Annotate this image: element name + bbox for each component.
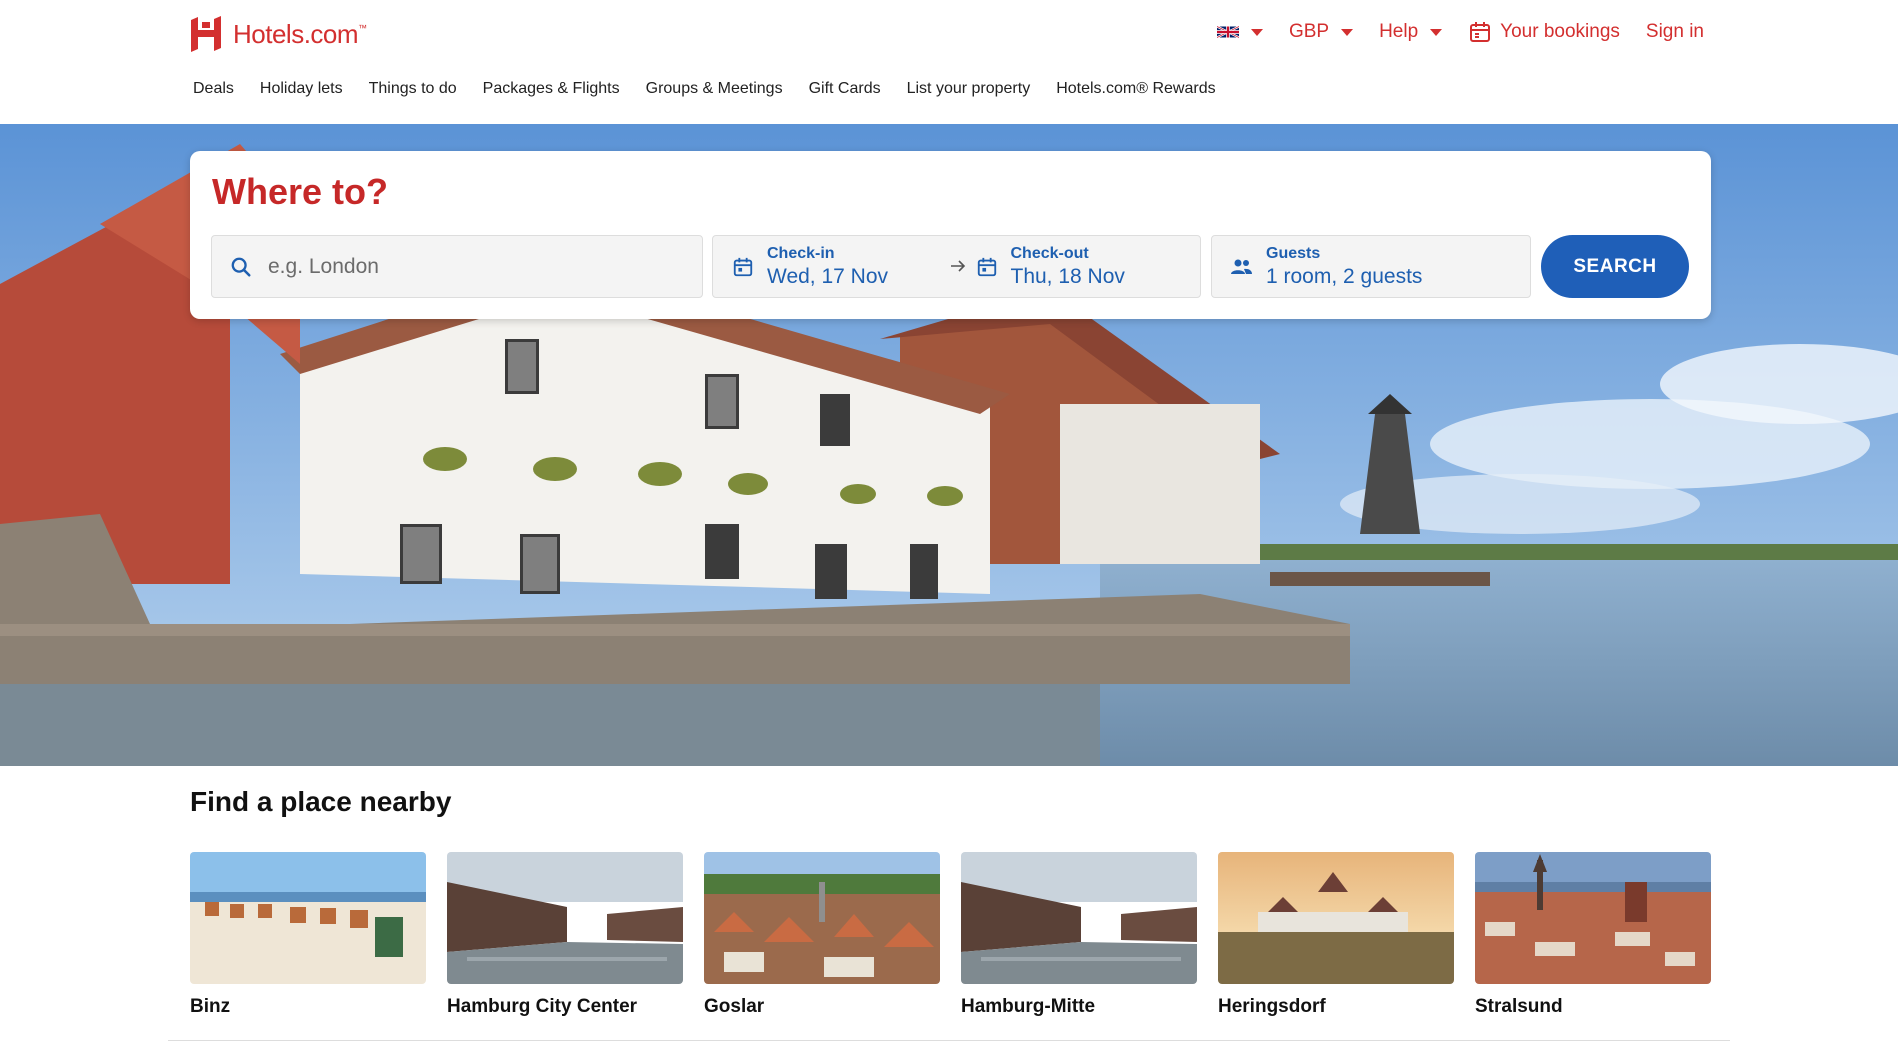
place-image (447, 852, 683, 984)
currency-label: GBP (1288, 21, 1330, 42)
sign-in-link[interactable]: Sign in (1646, 21, 1704, 43)
language-selector[interactable] (1216, 25, 1263, 39)
checkout-value: Thu, 18 Nov (1010, 264, 1125, 288)
place-name: Goslar (704, 996, 765, 1017)
arrow-right-icon (950, 260, 965, 272)
canal-warehouses-image (961, 852, 1197, 984)
search-button[interactable]: SEARCH (1541, 235, 1689, 298)
place-card-goslar[interactable]: Goslar (704, 852, 940, 1018)
brand-name: Hotels.com™ (233, 18, 367, 49)
chevron-down-icon (1341, 28, 1354, 36)
your-bookings-label: Your bookings (1500, 21, 1620, 42)
nav-item-gift-cards[interactable]: Gift Cards (809, 80, 881, 98)
search-title: Where to? (212, 171, 388, 212)
section-divider (168, 1040, 1730, 1041)
header-utility-nav: GBP Help Your bookings Sign in (1216, 20, 1704, 44)
old-town-rooftops-image (704, 852, 940, 984)
pier-sunset-image (1218, 852, 1454, 984)
your-bookings-link[interactable]: Your bookings (1468, 20, 1620, 44)
canal-warehouses-image (447, 852, 683, 984)
beach-chairs-image (190, 852, 426, 984)
nav-item-things-to-do[interactable]: Things to do (369, 80, 457, 98)
checkin-field[interactable]: Check-in Wed, 17 Nov (713, 236, 965, 297)
main-nav: Deals Holiday lets Things to do Packages… (193, 80, 1216, 98)
chevron-down-icon (1430, 28, 1443, 36)
place-image (961, 852, 1197, 984)
place-card-hamburg-mitte[interactable]: Hamburg-Mitte (961, 852, 1197, 1018)
place-name: Stralsund (1475, 996, 1563, 1017)
place-name: Binz (190, 996, 231, 1017)
help-menu[interactable]: Help (1379, 21, 1443, 43)
hotels-logo[interactable]: Hotels.com™ (189, 16, 367, 52)
place-card-hamburg-city-center[interactable]: Hamburg City Center (447, 852, 683, 1018)
sign-in-label: Sign in (1645, 21, 1704, 42)
place-card-stralsund[interactable]: Stralsund (1475, 852, 1711, 1018)
nav-item-list-property[interactable]: List your property (907, 80, 1031, 98)
guests-value: 1 room, 2 guests (1266, 264, 1423, 288)
checkin-label: Check-in (767, 244, 835, 262)
hotels-logo-icon (191, 16, 221, 52)
site-header: Hotels.com™ GBP Help Your bookings Sign … (0, 0, 1898, 124)
place-image (1218, 852, 1454, 984)
checkout-label: Check-out (1010, 244, 1089, 262)
chevron-down-icon (1250, 28, 1263, 36)
nav-item-packages-flights[interactable]: Packages & Flights (483, 80, 620, 98)
search-icon (231, 257, 251, 277)
people-icon (1231, 259, 1252, 274)
nearby-places-list: Binz Hamburg City Center Goslar Hamburg-… (190, 852, 1711, 1018)
nav-item-holiday-lets[interactable]: Holiday lets (260, 80, 343, 98)
calendar-icon (733, 257, 753, 276)
calendar-icon (1470, 22, 1491, 42)
nav-item-deals[interactable]: Deals (193, 80, 234, 98)
place-card-binz[interactable]: Binz (190, 852, 426, 1018)
city-panorama-image (1475, 852, 1711, 984)
destination-field[interactable] (211, 235, 703, 298)
place-image (1475, 852, 1711, 984)
calendar-icon (977, 257, 996, 276)
place-name: Hamburg City Center (447, 996, 638, 1017)
nearby-section-title: Find a place nearby (190, 786, 452, 817)
checkin-value: Wed, 17 Nov (767, 264, 889, 288)
place-name: Hamburg-Mitte (961, 996, 1096, 1017)
place-image (190, 852, 426, 984)
search-card: Where to? Check-in Wed, 17 Nov (190, 151, 1711, 319)
place-image (704, 852, 940, 984)
guests-label: Guests (1266, 244, 1321, 262)
nav-item-groups-meetings[interactable]: Groups & Meetings (646, 80, 783, 98)
nav-item-rewards[interactable]: Hotels.com® Rewards (1056, 80, 1215, 98)
checkout-field[interactable]: Check-out Thu, 18 Nov (957, 236, 1201, 297)
destination-input[interactable] (268, 254, 668, 279)
uk-flag-icon (1216, 25, 1239, 39)
help-label: Help (1379, 21, 1419, 42)
currency-selector[interactable]: GBP (1288, 21, 1354, 43)
guests-field[interactable]: Guests 1 room, 2 guests (1211, 235, 1531, 298)
place-name: Heringsdorf (1218, 996, 1326, 1017)
dates-field: Check-in Wed, 17 Nov Check-out Thu, 18 N… (712, 235, 1201, 298)
place-card-heringsdorf[interactable]: Heringsdorf (1218, 852, 1454, 1018)
